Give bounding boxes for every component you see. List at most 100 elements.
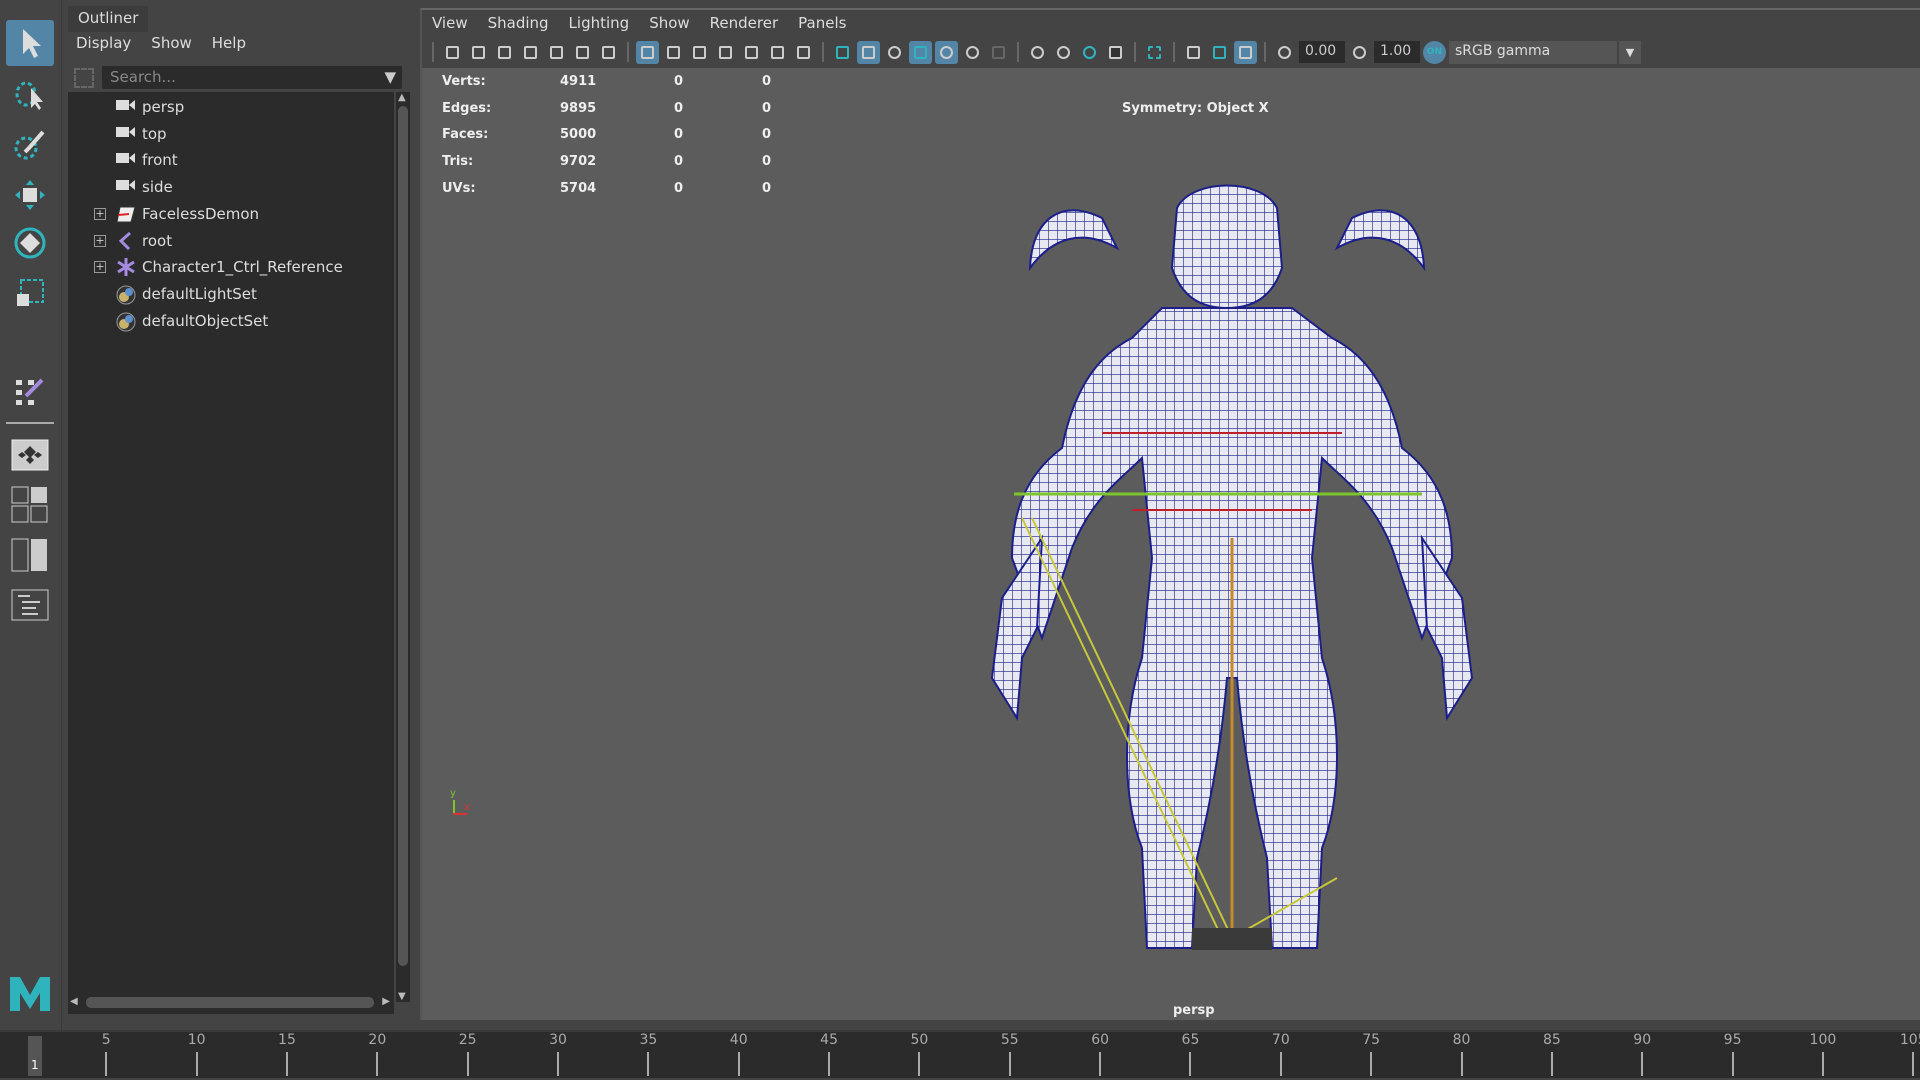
outliner-item[interactable]: side bbox=[68, 174, 394, 200]
gamma-icon bbox=[1353, 45, 1366, 59]
outliner-item[interactable]: top bbox=[68, 121, 394, 147]
horizontal-scrollbar[interactable]: ◀ ▶ bbox=[68, 992, 394, 1014]
xray-active-button[interactable] bbox=[1208, 41, 1231, 64]
select-tool[interactable] bbox=[6, 20, 54, 66]
menu-view[interactable]: View bbox=[432, 14, 468, 32]
outliner-item[interactable]: defaultObjectSet bbox=[68, 308, 394, 334]
use-all-lights-button[interactable] bbox=[961, 41, 984, 64]
scroll-down-icon[interactable]: ▼ bbox=[398, 991, 406, 1002]
lasso-tool[interactable] bbox=[6, 72, 54, 118]
timeline-tick-label: 45 bbox=[820, 1032, 838, 1048]
current-frame-marker[interactable]: 1 bbox=[28, 1036, 42, 1076]
outliner-item[interactable]: persp bbox=[68, 94, 394, 120]
isolate-select-button[interactable] bbox=[1143, 41, 1166, 64]
timeline-tick bbox=[195, 1052, 198, 1076]
scroll-thumb[interactable] bbox=[398, 106, 408, 966]
gate-mask-button[interactable] bbox=[714, 41, 737, 64]
arrow-cursor-icon bbox=[23, 29, 41, 58]
scroll-thumb[interactable] bbox=[86, 997, 374, 1008]
bookmark-button[interactable] bbox=[519, 41, 542, 64]
menu-renderer[interactable]: Renderer bbox=[710, 14, 778, 32]
menu-show[interactable]: Show bbox=[151, 34, 191, 52]
resolution-gate-button[interactable] bbox=[688, 41, 711, 64]
film-gate-button[interactable] bbox=[662, 41, 685, 64]
grid-button[interactable] bbox=[636, 40, 659, 64]
xray-button[interactable] bbox=[1182, 41, 1205, 64]
anti-aliasing-button[interactable] bbox=[1078, 41, 1101, 64]
time-slider[interactable]: 1 5 10 15 20 25 30 35 40 45 50 55 60 65 70 75 80 85 90 95 1… bbox=[0, 1030, 1920, 1078]
lock-camera-button[interactable] bbox=[467, 41, 490, 64]
menu-panels[interactable]: Panels bbox=[798, 14, 846, 32]
outliner-item[interactable]: + Character1_Ctrl_Reference bbox=[68, 254, 394, 280]
two-view-layout[interactable] bbox=[6, 532, 54, 578]
camera-icon bbox=[116, 98, 136, 116]
menu-help[interactable]: Help bbox=[212, 34, 246, 52]
xray-active-icon bbox=[1213, 45, 1226, 59]
move-tool[interactable] bbox=[6, 172, 54, 218]
field-chart-button[interactable] bbox=[740, 41, 763, 64]
paint-select-tool[interactable] bbox=[6, 122, 54, 168]
stat-total: 5704 bbox=[560, 180, 597, 196]
menu-lighting[interactable]: Lighting bbox=[569, 14, 630, 32]
four-view-layout[interactable] bbox=[6, 482, 54, 528]
lasso-select-icon bbox=[15, 81, 43, 110]
outliner-item-label: defaultLightSet bbox=[142, 284, 257, 303]
character-wireframe-model[interactable] bbox=[922, 158, 1542, 988]
exposure-field[interactable]: 0.00 bbox=[1299, 41, 1345, 63]
chevron-down-icon[interactable]: ▼ bbox=[384, 68, 396, 86]
maya-m-icon bbox=[10, 977, 50, 1011]
expand-icon[interactable]: + bbox=[94, 234, 106, 247]
safe-title-button[interactable] bbox=[792, 41, 815, 64]
rotate-tool[interactable] bbox=[6, 220, 54, 266]
motion-blur-button[interactable] bbox=[1052, 41, 1075, 64]
2d-pan-zoom-button[interactable] bbox=[571, 41, 594, 64]
color-space-dropdown[interactable]: sRGB gamma ▼ bbox=[1449, 40, 1641, 64]
outliner-tab[interactable]: Outliner bbox=[68, 6, 149, 32]
select-camera-button[interactable] bbox=[441, 41, 464, 64]
3d-viewport[interactable]: Verts: 4911 0 0 Edges: 9895 0 0 Faces: 5000 0 0 Tris… bbox=[422, 68, 1920, 1020]
scroll-right-icon[interactable]: ▶ bbox=[382, 996, 390, 1007]
xray-joints-button[interactable] bbox=[1234, 40, 1257, 64]
filter-icon[interactable] bbox=[74, 68, 94, 88]
viewport-menubar: View Shading Lighting Show Renderer Pane… bbox=[432, 14, 846, 32]
default-material-button[interactable] bbox=[883, 41, 906, 64]
timeline-tick bbox=[1189, 1052, 1192, 1076]
stat-highlighted: 0 bbox=[762, 74, 772, 89]
exposure-button[interactable] bbox=[1273, 41, 1296, 64]
grease-pencil-button[interactable] bbox=[597, 41, 620, 64]
expand-icon[interactable]: + bbox=[94, 207, 106, 220]
gamma-button[interactable] bbox=[1348, 41, 1371, 64]
timeline-tick-label: 75 bbox=[1362, 1032, 1381, 1048]
vertical-scrollbar[interactable]: ▲ ▼ bbox=[396, 92, 410, 1002]
smooth-shade-button[interactable] bbox=[857, 40, 880, 64]
menu-display[interactable]: Display bbox=[76, 34, 131, 52]
safe-action-button[interactable] bbox=[766, 41, 789, 64]
camera-attributes-button[interactable] bbox=[493, 41, 516, 64]
timeline-tick bbox=[1370, 1052, 1373, 1076]
wireframe-button[interactable] bbox=[831, 41, 854, 64]
outliner-item[interactable]: defaultLightSet bbox=[68, 281, 394, 307]
image-plane-button[interactable] bbox=[545, 41, 568, 64]
outliner-item[interactable]: + root bbox=[68, 228, 394, 254]
outliner-item[interactable]: + FacelessDemon bbox=[68, 201, 394, 227]
textured-button[interactable] bbox=[935, 40, 958, 64]
hypershade-tool[interactable] bbox=[6, 370, 54, 416]
expand-icon[interactable]: + bbox=[94, 261, 106, 274]
menu-show[interactable]: Show bbox=[649, 14, 689, 32]
search-input[interactable]: Search... ▼ bbox=[102, 66, 402, 89]
scale-tool[interactable] bbox=[6, 270, 54, 316]
outliner-layout[interactable] bbox=[6, 582, 54, 628]
single-view-layout[interactable] bbox=[6, 432, 54, 478]
timeline-tick-label: 105 bbox=[1899, 1032, 1920, 1048]
scroll-left-icon[interactable]: ◀ bbox=[70, 996, 78, 1007]
depth-of-field-button[interactable] bbox=[1104, 41, 1127, 64]
menu-shading[interactable]: Shading bbox=[488, 14, 549, 32]
color-management-toggle[interactable]: ON bbox=[1423, 40, 1446, 64]
chevron-down-icon[interactable]: ▼ bbox=[1619, 40, 1641, 64]
outliner-item[interactable]: front bbox=[68, 147, 394, 173]
scroll-up-icon[interactable]: ▲ bbox=[398, 92, 406, 103]
shadows-button[interactable] bbox=[987, 41, 1010, 64]
wireframe-on-shaded-button[interactable] bbox=[909, 40, 932, 64]
screen-space-ao-button[interactable] bbox=[1026, 41, 1049, 64]
gamma-field[interactable]: 1.00 bbox=[1374, 41, 1420, 63]
